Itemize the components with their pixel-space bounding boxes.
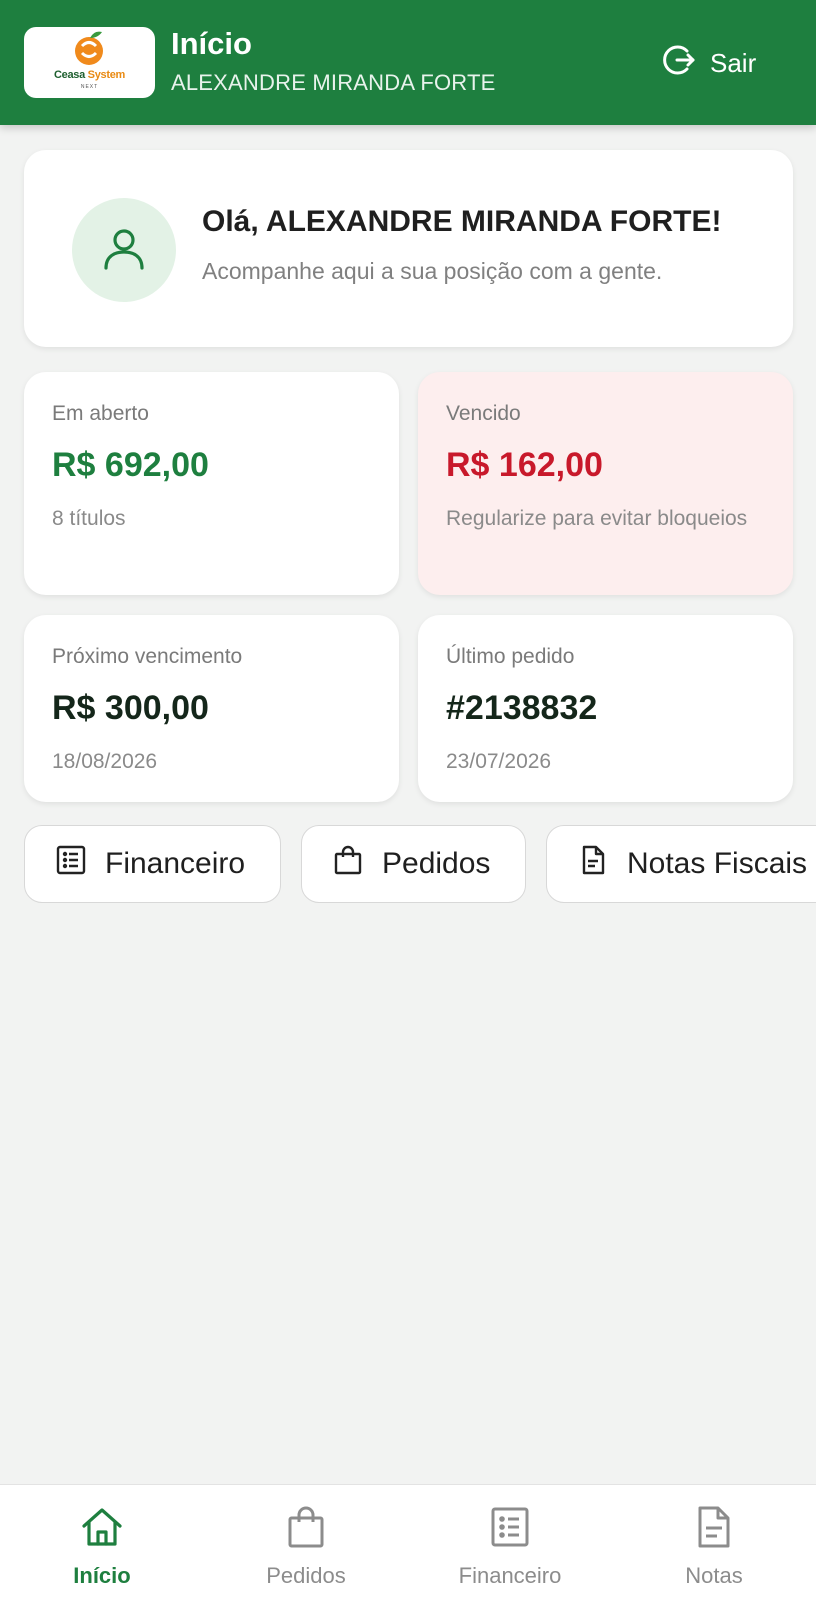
next-due-card[interactable]: Próximo vencimento R$ 300,00 18/08/2026 bbox=[24, 615, 399, 802]
bag-icon bbox=[332, 844, 364, 884]
next-due-date: 18/08/2026 bbox=[52, 750, 158, 773]
greeting-card: Olá, ALEXANDRE MIRANDA FORTE! Acompanhe … bbox=[24, 150, 793, 347]
top-app-bar: Ceasa System NEXT Início ALEXANDRE MIRAN… bbox=[0, 0, 816, 125]
greeting-text: Acompanhe aqui a sua posição com a gente… bbox=[202, 258, 663, 284]
bag-icon bbox=[284, 1505, 328, 1555]
greeting-title: Olá, ALEXANDRE MIRANDA FORTE! bbox=[202, 205, 722, 238]
list-icon bbox=[55, 844, 87, 884]
nav-item-financeiro[interactable]: Financeiro bbox=[420, 1505, 600, 1589]
user-name: ALEXANDRE MIRANDA FORTE bbox=[171, 70, 496, 95]
next-due-value: R$ 300,00 bbox=[52, 689, 209, 727]
logout-label: Sair bbox=[710, 47, 757, 78]
open-balance-card[interactable]: Em aberto R$ 692,00 8 títulos bbox=[24, 372, 399, 595]
nav-label-inicio: Início bbox=[73, 1563, 131, 1588]
page-title: Início bbox=[171, 26, 252, 61]
nav-label-financeiro: Financeiro bbox=[458, 1563, 562, 1588]
next-due-label: Próximo vencimento bbox=[52, 645, 243, 668]
bottom-navigation: Início Pedidos Financeiro Notas bbox=[0, 1484, 816, 1600]
logout-icon bbox=[660, 42, 696, 85]
overdue-label: Vencido bbox=[446, 402, 521, 425]
nav-label-notas: Notas bbox=[685, 1563, 743, 1588]
quick-financeiro-button[interactable]: Financeiro bbox=[24, 825, 281, 903]
nav-item-inicio[interactable]: Início bbox=[12, 1505, 192, 1589]
quick-notas-fiscais-label: Notas Fiscais bbox=[627, 847, 808, 880]
open-titles-count: 8 títulos bbox=[52, 507, 126, 530]
last-order-card[interactable]: Último pedido #2138832 23/07/2026 bbox=[418, 615, 793, 802]
document-icon bbox=[577, 844, 609, 884]
company-logo: Ceasa System NEXT bbox=[24, 27, 155, 98]
list-icon bbox=[488, 1505, 532, 1555]
last-order-number: #2138832 bbox=[446, 689, 598, 727]
open-balance-value: R$ 692,00 bbox=[52, 446, 209, 484]
last-order-date: 23/07/2026 bbox=[446, 750, 552, 773]
user-icon bbox=[101, 225, 147, 276]
quick-notas-fiscais-button[interactable]: Notas Fiscais bbox=[546, 825, 816, 903]
logo-tagline: NEXT bbox=[80, 84, 99, 90]
nav-label-pedidos: Pedidos bbox=[266, 1563, 346, 1588]
quick-pedidos-button[interactable]: Pedidos bbox=[301, 825, 526, 903]
logo-wordmark: Ceasa System bbox=[53, 69, 126, 81]
quick-pedidos-label: Pedidos bbox=[382, 847, 491, 880]
home-icon bbox=[80, 1505, 124, 1555]
overdue-value: R$ 162,00 bbox=[446, 446, 603, 484]
logout-button[interactable]: Sair bbox=[660, 42, 756, 84]
overdue-balance-card[interactable]: Vencido R$ 162,00 Regularize para evitar… bbox=[418, 372, 793, 595]
last-order-label: Último pedido bbox=[446, 645, 575, 668]
open-balance-label: Em aberto bbox=[52, 402, 149, 425]
nav-item-pedidos[interactable]: Pedidos bbox=[216, 1505, 396, 1589]
nav-item-notas[interactable]: Notas bbox=[624, 1505, 804, 1589]
app-screen: Ceasa System NEXT Início ALEXANDRE MIRAN… bbox=[0, 0, 816, 1600]
quick-financeiro-label: Financeiro bbox=[105, 847, 246, 880]
avatar bbox=[72, 198, 176, 302]
overdue-warning: Regularize para evitar bloqueios bbox=[446, 507, 748, 530]
document-icon bbox=[692, 1505, 736, 1555]
